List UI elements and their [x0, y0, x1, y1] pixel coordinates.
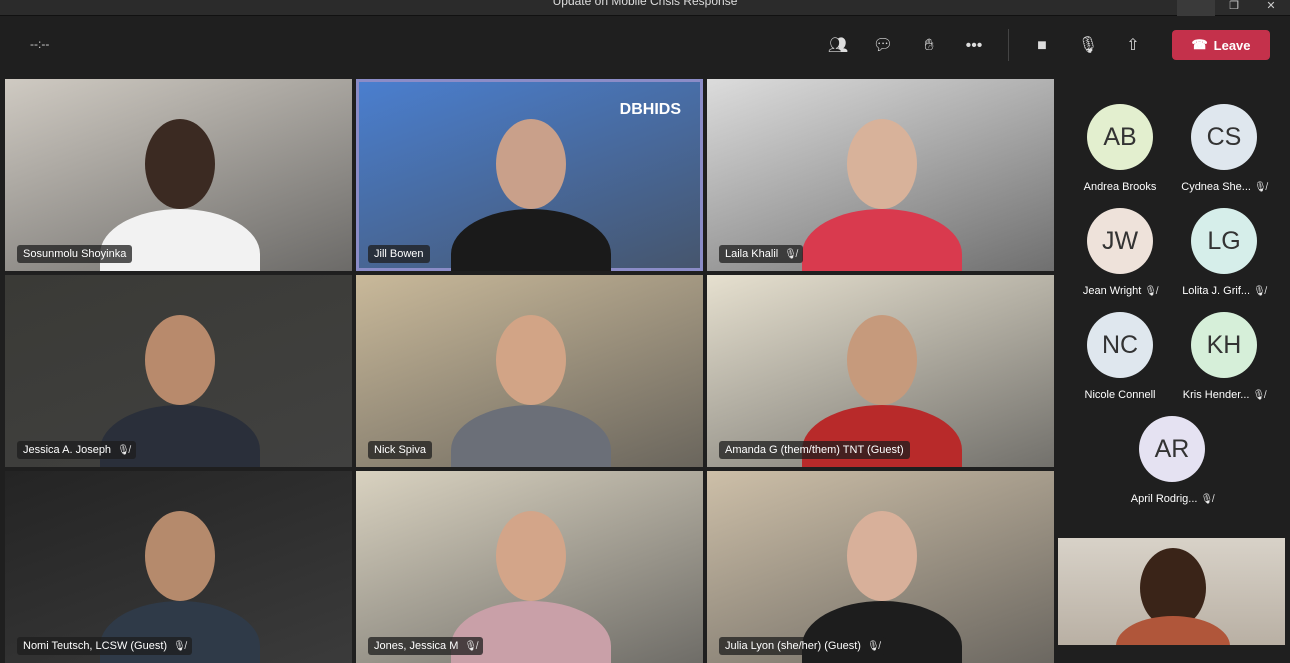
participant-name-label: Amanda G (them/them) TNT (Guest): [719, 441, 910, 459]
avatar: NC: [1087, 312, 1153, 378]
participant-name: Julia Lyon (she/her) (Guest): [725, 640, 861, 652]
video-tile[interactable]: Nick Spiva: [356, 275, 703, 467]
participant-name-label: Jessica A. Joseph 🎙︎̸: [17, 441, 136, 459]
participant-name: Jones, Jessica M: [374, 640, 459, 652]
avatar-initials: JW: [1101, 226, 1139, 255]
video-tile[interactable]: Amanda G (them/them) TNT (Guest): [707, 275, 1054, 467]
participant-name: Nick Spiva: [374, 444, 426, 456]
participant-name: Andrea Brooks: [1083, 181, 1157, 193]
participant-name: Jean Wright: [1082, 285, 1142, 297]
divider: [1008, 29, 1009, 61]
participant-name: Jessica A. Joseph: [23, 444, 112, 456]
meeting-toolbar: --:-- 👥︎ 💬︎ ✋︎ ••• ■ 🎙︎ ⇧ ☎ Leave: [0, 17, 1290, 75]
reactions-icon[interactable]: ✋︎: [917, 35, 941, 57]
participant-name: Sosunmolu Shoyinka: [23, 248, 127, 260]
minimize-button[interactable]: [1177, 0, 1215, 16]
participant-head: [847, 119, 917, 209]
participant-name: Nomi Teutsch, LCSW (Guest): [23, 640, 168, 652]
participant-name-label: Jones, Jessica M 🎙︎̸: [368, 637, 484, 655]
mic-off-icon: 🎙︎̸: [1252, 390, 1266, 401]
video-tile[interactable]: Jones, Jessica M 🎙︎̸: [356, 471, 703, 663]
video-tile[interactable]: Nomi Teutsch, LCSW (Guest) 🎙︎̸: [5, 471, 352, 663]
participant-name-label: Jill Bowen: [368, 245, 430, 263]
participant-head: [496, 511, 566, 601]
chat-icon[interactable]: 💬︎: [871, 35, 895, 57]
participant-head: [847, 315, 917, 405]
roster-participant[interactable]: JW Jean Wright 🎙︎̸: [1065, 208, 1175, 297]
mic-off-icon: 🎙︎̸: [1200, 494, 1214, 505]
avatar: LG: [1191, 208, 1257, 274]
participant-head: [847, 511, 917, 601]
logo: DBHIDS: [619, 101, 681, 118]
participant-name: Amanda G (them/them) TNT (Guest): [725, 444, 904, 456]
participant-head: [145, 119, 215, 209]
avatar-initials: NC: [1101, 330, 1139, 359]
avatar-initials: AR: [1154, 434, 1190, 463]
participant-name-label: Nomi Teutsch, LCSW (Guest) 🎙︎̸: [17, 637, 192, 655]
mic-off-icon: 🎙︎̸: [173, 640, 186, 652]
roster-participant[interactable]: AB Andrea Brooks: [1065, 104, 1175, 193]
participant-name-label: Laila Khalil 🎙︎̸: [719, 245, 803, 263]
avatar: CS: [1191, 104, 1257, 170]
roster-participant[interactable]: KH Kris Hender... 🎙︎̸: [1169, 312, 1279, 401]
participant-name-label: Julia Lyon (she/her) (Guest) 🎙︎̸: [719, 637, 886, 655]
participant-name: Lolita J. Grif...: [1182, 285, 1251, 297]
participant-name: Nicole Connell: [1084, 389, 1156, 401]
mic-off-icon: 🎙︎̸: [866, 640, 880, 652]
roster-participant[interactable]: LG Lolita J. Grif... 🎙︎̸: [1169, 208, 1279, 297]
roster-participant[interactable]: CS Cydnea She... 🎙︎̸: [1169, 104, 1279, 193]
avatar-initials: KH: [1206, 330, 1242, 359]
roster-participant[interactable]: AR April Rodrig... 🎙︎̸: [1117, 416, 1227, 505]
participant-body: [451, 209, 611, 271]
camera-icon[interactable]: ■: [1030, 35, 1054, 57]
avatar: AR: [1139, 416, 1205, 482]
avatar-initials: CS: [1206, 122, 1242, 151]
participant-head: [145, 315, 215, 405]
more-icon[interactable]: •••: [962, 35, 986, 57]
mic-off-icon: 🎙︎̸: [1254, 182, 1267, 193]
title-bar: Update on Mobile Crisis Response ❐ ✕: [0, 0, 1290, 16]
video-tile[interactable]: Laila Khalil 🎙︎̸: [707, 79, 1054, 271]
people-icon[interactable]: 👥︎: [826, 35, 850, 57]
video-tile[interactable]: Jessica A. Joseph 🎙︎̸: [5, 275, 352, 467]
participant-head: [496, 119, 566, 209]
close-icon[interactable]: ✕: [1252, 0, 1290, 16]
video-tile[interactable]: Julia Lyon (she/her) (Guest) 🎙︎̸: [707, 471, 1054, 663]
participant-name-label: Nick Spiva: [368, 441, 432, 459]
participant-name: Laila Khalil: [725, 248, 779, 260]
mic-off-icon: 🎙︎̸: [784, 248, 797, 260]
participant-name: Cydnea She...: [1181, 181, 1251, 193]
avatar-initials: AB: [1103, 122, 1137, 151]
participant-name: Jill Bowen: [374, 248, 424, 260]
participant-roster: AB Andrea Brooks CS Cydnea She... 🎙︎̸ JW J…: [1058, 78, 1290, 534]
avatar: KH: [1191, 312, 1257, 378]
participant-name: April Rodrig...: [1130, 493, 1198, 505]
mic-off-icon: 🎙︎̸: [464, 640, 478, 652]
share-icon[interactable]: ⇧: [1121, 35, 1145, 57]
phone-hangup-icon: ☎: [1191, 37, 1208, 52]
video-tile[interactable]: Sosunmolu Shoyinka: [5, 79, 352, 271]
meeting-timer: --:--: [30, 37, 50, 51]
avatar: JW: [1087, 208, 1153, 274]
participant-head: [145, 511, 215, 601]
participant-name: Kris Hender...: [1182, 389, 1250, 401]
avatar-initials: LG: [1207, 226, 1241, 255]
participant-body: [802, 209, 962, 271]
participant-body: [451, 405, 611, 467]
leave-button[interactable]: ☎ Leave: [1172, 30, 1270, 60]
participant-name-label: Sosunmolu Shoyinka: [17, 245, 133, 263]
leave-label: Leave: [1213, 37, 1251, 53]
mic-off-icon: 🎙︎̸: [1253, 286, 1266, 297]
mic-off-icon[interactable]: 🎙︎: [1076, 35, 1100, 57]
self-body: [1116, 616, 1230, 645]
window-title: Update on Mobile Crisis Response: [552, 0, 738, 8]
restore-icon[interactable]: ❐: [1215, 0, 1253, 16]
roster-participant[interactable]: NC Nicole Connell: [1065, 312, 1175, 401]
avatar: AB: [1087, 104, 1153, 170]
mic-off-icon: 🎙︎̸: [1144, 286, 1158, 297]
participant-head: [496, 315, 566, 405]
video-tile[interactable]: DBHIDS Jill Bowen: [356, 79, 703, 271]
self-view-video: [1058, 538, 1285, 645]
mic-off-icon: 🎙︎̸: [117, 444, 130, 456]
